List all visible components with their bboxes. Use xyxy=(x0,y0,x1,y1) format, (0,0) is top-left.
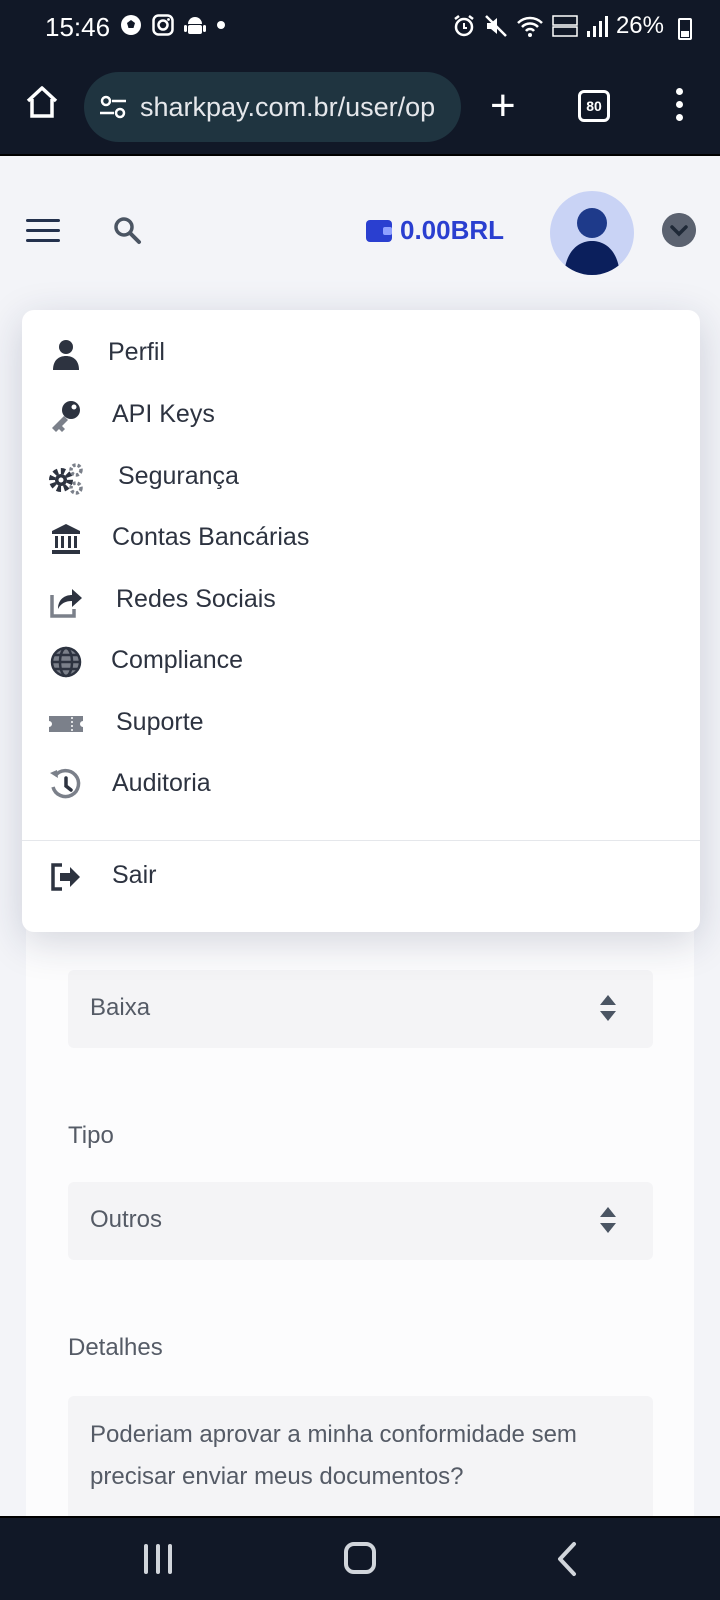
site-settings-icon[interactable] xyxy=(98,92,128,122)
signal-icon xyxy=(586,16,608,37)
menu-item-perfil[interactable]: Perfil xyxy=(22,324,700,384)
menu-item-contas-bancarias[interactable]: Contas Bancárias xyxy=(22,509,700,569)
soccer-ball-icon xyxy=(121,15,141,35)
menu-item-label: Compliance xyxy=(111,646,244,674)
menu-icon[interactable] xyxy=(26,219,60,243)
alarm-icon xyxy=(454,15,474,37)
home-icon[interactable] xyxy=(24,84,60,120)
menu-item-redes-sociais[interactable]: Redes Sociais xyxy=(22,571,700,631)
battery-percent: 26% xyxy=(615,12,664,39)
dot-icon xyxy=(217,21,225,29)
share-icon xyxy=(50,589,82,618)
type-select[interactable]: Outros xyxy=(68,1182,653,1260)
system-icons: 26% xyxy=(452,12,664,40)
status-time: 15:46 xyxy=(45,12,111,42)
menu-item-label: Auditoria xyxy=(112,769,211,797)
balance-value: 0.00BRL xyxy=(400,215,505,245)
wifi-icon xyxy=(517,16,543,37)
ticket-icon xyxy=(49,716,83,732)
mute-icon xyxy=(485,15,507,37)
bank-icon xyxy=(52,524,80,554)
menu-item-sair[interactable]: Sair xyxy=(22,847,700,907)
url-bar[interactable]: sharkpay.com.br/user/op xyxy=(84,72,461,142)
menu-item-suporte[interactable]: Suporte xyxy=(22,694,700,754)
history-icon xyxy=(50,768,81,799)
menu-divider xyxy=(22,840,700,841)
globe-icon xyxy=(50,646,82,678)
tab-switcher-button[interactable]: 80 xyxy=(578,90,610,122)
user-icon xyxy=(53,340,79,370)
select-arrows-icon xyxy=(600,995,616,1021)
new-tab-button[interactable]: + xyxy=(490,84,516,128)
logout-icon xyxy=(51,863,80,891)
app-header: 0.00BRL xyxy=(0,157,720,307)
search-icon[interactable] xyxy=(112,215,142,245)
wallet-icon xyxy=(366,219,392,242)
menu-item-seguranca[interactable]: Segurança xyxy=(22,448,700,508)
menu-item-label: Suporte xyxy=(116,708,204,736)
menu-item-label: Perfil xyxy=(108,338,165,366)
system-nav-bar xyxy=(0,1516,720,1600)
recents-icon[interactable] xyxy=(144,1544,172,1574)
wallet-balance[interactable]: 0.00BRL xyxy=(366,215,504,246)
type-label: Tipo xyxy=(68,1122,114,1149)
user-avatar-icon xyxy=(564,208,620,275)
url-text[interactable]: sharkpay.com.br/user/op xyxy=(140,92,445,123)
volte-icon xyxy=(552,15,578,37)
menu-item-compliance[interactable]: Compliance xyxy=(22,632,700,692)
key-icon xyxy=(52,401,80,432)
menu-item-auditoria[interactable]: Auditoria xyxy=(22,755,700,815)
details-textarea[interactable]: Poderiam aprovar a minha conformidade se… xyxy=(68,1396,653,1526)
back-icon[interactable] xyxy=(552,1540,580,1578)
chevron-down-icon[interactable] xyxy=(662,213,696,247)
priority-value: Baixa xyxy=(90,994,151,1021)
menu-item-api-keys[interactable]: API Keys xyxy=(22,386,700,446)
android-icon xyxy=(184,17,206,34)
home-nav-icon[interactable] xyxy=(344,1542,376,1574)
browser-toolbar: sharkpay.com.br/user/op + 80 xyxy=(0,58,720,156)
avatar[interactable] xyxy=(550,191,634,275)
type-value: Outros xyxy=(90,1206,163,1233)
menu-item-label: Contas Bancárias xyxy=(112,523,310,551)
user-dropdown-menu: Perfil API Keys Segurança Contas Bancári… xyxy=(22,310,700,932)
menu-item-label: API Keys xyxy=(112,400,215,428)
gears-icon xyxy=(49,463,83,495)
notification-icons xyxy=(120,14,226,36)
menu-item-label: Redes Sociais xyxy=(116,585,276,613)
details-label: Detalhes xyxy=(68,1334,163,1361)
instagram-icon xyxy=(152,14,174,36)
more-options-icon[interactable] xyxy=(664,88,694,128)
menu-item-label: Sair xyxy=(112,861,157,889)
priority-select[interactable]: Baixa xyxy=(68,970,653,1048)
battery-icon xyxy=(678,18,692,40)
menu-item-label: Segurança xyxy=(118,462,239,490)
select-arrows-icon xyxy=(600,1207,616,1233)
status-bar: 15:46 26% xyxy=(0,0,720,58)
